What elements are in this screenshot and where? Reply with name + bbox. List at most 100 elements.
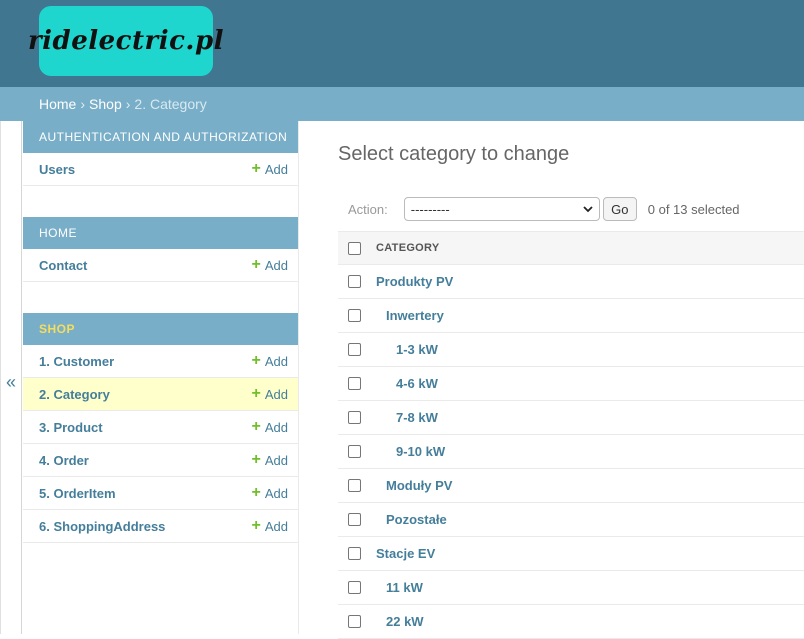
sidebar-model-link[interactable]: 1. Customer [39, 354, 114, 369]
sidebar-model-row: 6. ShoppingAddress + Add [23, 510, 298, 543]
sidebar-module: Authentication and Authorization Users + Ad… [23, 121, 298, 186]
add-link[interactable]: + Add [252, 353, 288, 369]
add-label: Add [264, 386, 288, 402]
add-label: Add [264, 419, 288, 435]
add-link[interactable]: + Add [252, 386, 288, 402]
table-row: 11 kW [338, 571, 804, 605]
row-checkbox[interactable] [348, 309, 361, 322]
row-checkbox[interactable] [348, 377, 361, 390]
table-body: Produkty PV Inwertery 1-3 kW 4-6 kW 7-8 kW 9-… [338, 265, 804, 639]
sidebar-model-link[interactable]: Users [39, 162, 75, 177]
table-row: 1-3 kW [338, 333, 804, 367]
sidebar-model-link[interactable]: 6. ShoppingAddress [39, 519, 165, 534]
add-link[interactable]: + Add [252, 257, 288, 273]
add-label: Add [264, 257, 288, 273]
sidebar: Authentication and Authorization Users + Ad… [23, 121, 299, 634]
sidebar-model-link[interactable]: 3. Product [39, 420, 103, 435]
sidebar-model-row: 2. Category + Add [23, 378, 298, 411]
add-label: Add [264, 161, 288, 177]
category-link[interactable]: Moduły PV [386, 478, 452, 493]
table-header: CATEGORY [338, 231, 804, 265]
table-row: Inwertery [338, 299, 804, 333]
add-link[interactable]: + Add [252, 419, 288, 435]
breadcrumb-separator: › [125, 96, 131, 112]
add-label: Add [264, 452, 288, 468]
sidebar-model-row: 5. OrderItem + Add [23, 477, 298, 510]
breadcrumb: Home › Shop › 2. Category [0, 87, 804, 121]
plus-icon: + [251, 451, 261, 468]
sidebar-module: Shop 1. Customer + Add 2. Category + Add 3. Pro… [23, 313, 298, 543]
plus-icon: + [251, 484, 261, 501]
row-checkbox[interactable] [348, 445, 361, 458]
logo-text: ridelectric.pl [27, 26, 225, 56]
plus-icon: + [251, 160, 261, 177]
plus-icon: + [251, 517, 261, 534]
action-label: Action: [348, 201, 388, 217]
table-row: Moduły PV [338, 469, 804, 503]
category-link[interactable]: 22 kW [386, 614, 424, 629]
breadcrumb-home[interactable]: Home [39, 96, 76, 112]
row-checkbox[interactable] [348, 547, 361, 560]
row-checkbox[interactable] [348, 275, 361, 288]
add-link[interactable]: + Add [252, 161, 288, 177]
sidebar-model-row: Contact + Add [23, 249, 298, 282]
add-link[interactable]: + Add [252, 518, 288, 534]
table-row: Stacje EV [338, 537, 804, 571]
chevron-down-icon [583, 205, 593, 212]
category-link[interactable]: Pozostałe [386, 512, 447, 527]
sidebar-model-link[interactable]: Contact [39, 258, 87, 273]
table-row: Pozostałe [338, 503, 804, 537]
action-select[interactable]: --------- [403, 197, 600, 221]
category-link[interactable]: Stacje EV [376, 546, 435, 561]
category-link[interactable]: Produkty PV [376, 274, 453, 289]
plus-icon: + [251, 352, 261, 369]
table-row: 4-6 kW [338, 367, 804, 401]
add-label: Add [264, 518, 288, 534]
category-link[interactable]: 1-3 kW [396, 342, 438, 357]
row-checkbox[interactable] [348, 581, 361, 594]
add-link[interactable]: + Add [252, 452, 288, 468]
row-checkbox[interactable] [348, 615, 361, 628]
results-table: CATEGORY Produkty PV Inwertery 1-3 kW 4-6 k… [338, 231, 804, 639]
sidebar-model-row: Users + Add [23, 153, 298, 186]
plus-icon: + [251, 256, 261, 273]
site-header: ridelectric.pl [0, 0, 804, 87]
action-bar: Action: --------- Go 0 of 13 selected [348, 197, 740, 221]
row-checkbox[interactable] [348, 513, 361, 526]
table-row: 9-10 kW [338, 435, 804, 469]
breadcrumb-shop[interactable]: Shop [89, 96, 122, 112]
row-checkbox[interactable] [348, 343, 361, 356]
module-caption[interactable]: Home [23, 217, 298, 249]
select-all-checkbox[interactable] [348, 241, 361, 255]
selection-counter: 0 of 13 selected [647, 201, 740, 217]
double-chevron-left-icon: « [5, 372, 16, 392]
category-link[interactable]: 9-10 kW [396, 444, 445, 459]
sidebar-model-link[interactable]: 4. Order [39, 453, 89, 468]
sidebar-model-link[interactable]: 5. OrderItem [39, 486, 116, 501]
category-link[interactable]: Inwertery [386, 308, 444, 323]
sidebar-model-row: 4. Order + Add [23, 444, 298, 477]
category-link[interactable]: 4-6 kW [396, 376, 438, 391]
site-logo[interactable]: ridelectric.pl [28, 6, 224, 76]
sidebar-toggle[interactable]: « [0, 121, 22, 634]
breadcrumb-current: 2. Category [134, 96, 207, 112]
sidebar-model-link[interactable]: 2. Category [39, 387, 110, 402]
category-link[interactable]: 7-8 kW [396, 410, 438, 425]
add-link[interactable]: + Add [252, 485, 288, 501]
sidebar-module: Home Contact + Add [23, 217, 298, 282]
sidebar-model-row: 3. Product + Add [23, 411, 298, 444]
go-button[interactable]: Go [602, 197, 637, 221]
plus-icon: + [251, 418, 261, 435]
module-caption[interactable]: Authentication and Authorization [23, 121, 298, 153]
main-content: Select category to change Action: ------… [338, 121, 804, 639]
breadcrumb-separator: › [80, 96, 86, 112]
page-title: Select category to change [338, 143, 570, 165]
column-header-category[interactable]: CATEGORY [376, 242, 440, 254]
category-link[interactable]: 11 kW [386, 580, 423, 595]
table-row: 7-8 kW [338, 401, 804, 435]
row-checkbox[interactable] [348, 479, 361, 492]
action-select-value: --------- [410, 201, 450, 217]
table-row: Produkty PV [338, 265, 804, 299]
module-caption[interactable]: Shop [23, 313, 298, 345]
row-checkbox[interactable] [348, 411, 361, 424]
